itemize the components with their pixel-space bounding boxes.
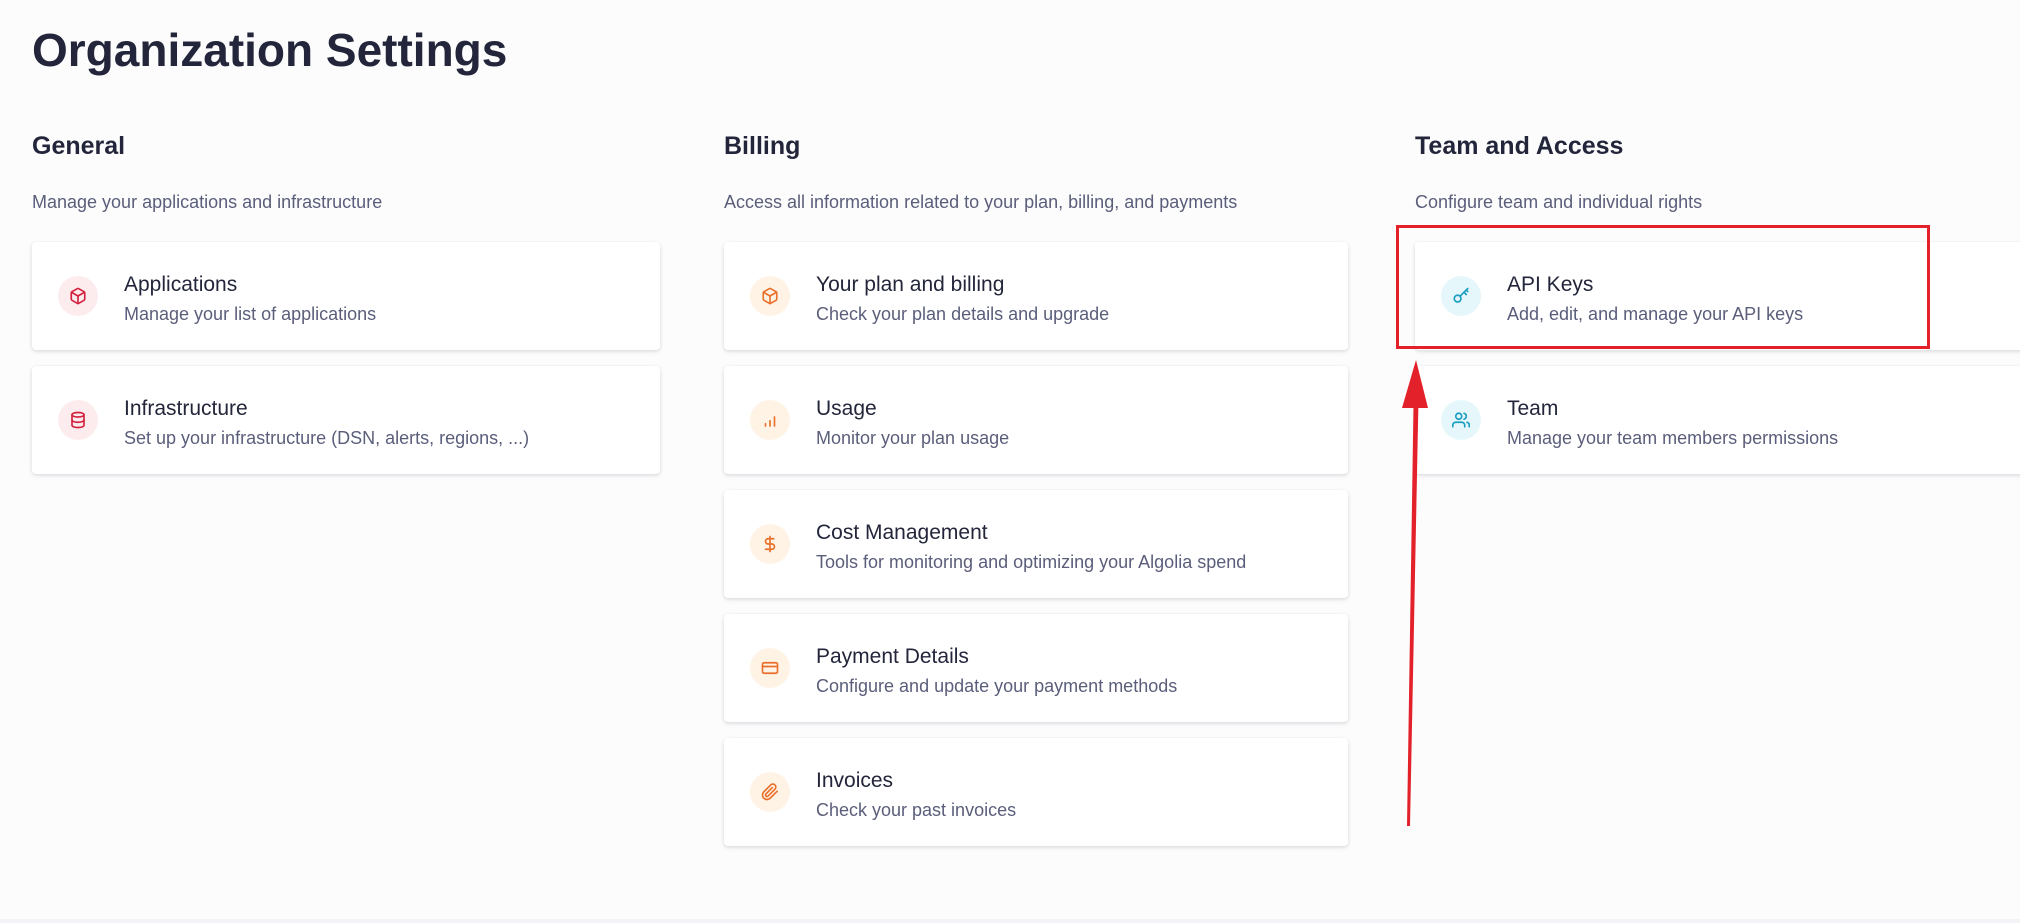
team-and-access-section: Team and Access Configure team and indiv… [1415, 128, 2020, 490]
payment-details-card[interactable]: Payment Details Configure and update you… [724, 614, 1348, 722]
invoices-card[interactable]: Invoices Check your past invoices [724, 738, 1348, 846]
credit-card-icon [750, 648, 790, 688]
card-title: Infrastructure [124, 397, 248, 420]
team-card-list: API Keys Add, edit, and manage your API … [1415, 242, 2020, 474]
card-title: Team [1507, 397, 1559, 420]
database-icon [58, 400, 98, 440]
users-icon [1441, 400, 1481, 440]
cube-icon [58, 276, 98, 316]
paperclip-icon [750, 772, 790, 812]
section-description: Configure team and individual rights [1415, 192, 1703, 212]
card-description: Tools for monitoring and optimizing your… [816, 552, 1247, 572]
section-title: General [32, 132, 126, 160]
bar-chart-icon [750, 400, 790, 440]
card-description: Add, edit, and manage your API keys [1507, 304, 1804, 324]
card-description: Manage your list of applications [124, 304, 377, 324]
billing-card-list: Your plan and billing Check your plan de… [724, 242, 1348, 846]
dollar-icon [750, 524, 790, 564]
usage-card[interactable]: Usage Monitor your plan usage [724, 366, 1348, 474]
team-card[interactable]: Team Manage your team members permission… [1415, 366, 2020, 474]
card-title: Usage [816, 397, 877, 420]
general-card-list: Applications Manage your list of applica… [32, 242, 660, 474]
card-description: Check your past invoices [816, 800, 1017, 820]
billing-section: Billing Access all information related t… [724, 128, 1348, 862]
general-section: General Manage your applications and inf… [32, 128, 660, 490]
card-title: Applications [124, 273, 238, 296]
card-description: Set up your infrastructure (DSN, alerts,… [124, 428, 530, 448]
plan-and-billing-card[interactable]: Your plan and billing Check your plan de… [724, 242, 1348, 350]
key-icon [1441, 276, 1481, 316]
card-description: Monitor your plan usage [816, 428, 1010, 448]
section-description: Access all information related to your p… [724, 192, 1238, 212]
card-title: Payment Details [816, 645, 969, 668]
infrastructure-card[interactable]: Infrastructure Set up your infrastructur… [32, 366, 660, 474]
api-keys-card[interactable]: API Keys Add, edit, and manage your API … [1415, 242, 2020, 350]
card-title: Invoices [816, 769, 894, 792]
footer-divider [0, 919, 2020, 923]
organization-settings-page: Organization Settings General Manage you… [0, 0, 2020, 923]
section-title: Billing [724, 132, 801, 160]
page-title: Organization Settings [32, 24, 508, 76]
card-description: Check your plan details and upgrade [816, 304, 1110, 324]
card-description: Manage your team members permissions [1507, 428, 1839, 448]
card-description: Configure and update your payment method… [816, 676, 1178, 696]
section-description: Manage your applications and infrastruct… [32, 192, 383, 212]
applications-card[interactable]: Applications Manage your list of applica… [32, 242, 660, 350]
card-title: Cost Management [816, 521, 988, 544]
card-title: Your plan and billing [816, 273, 1005, 296]
cube-icon [750, 276, 790, 316]
cost-management-card[interactable]: Cost Management Tools for monitoring and… [724, 490, 1348, 598]
section-title: Team and Access [1415, 132, 1624, 160]
card-title: API Keys [1507, 273, 1594, 296]
